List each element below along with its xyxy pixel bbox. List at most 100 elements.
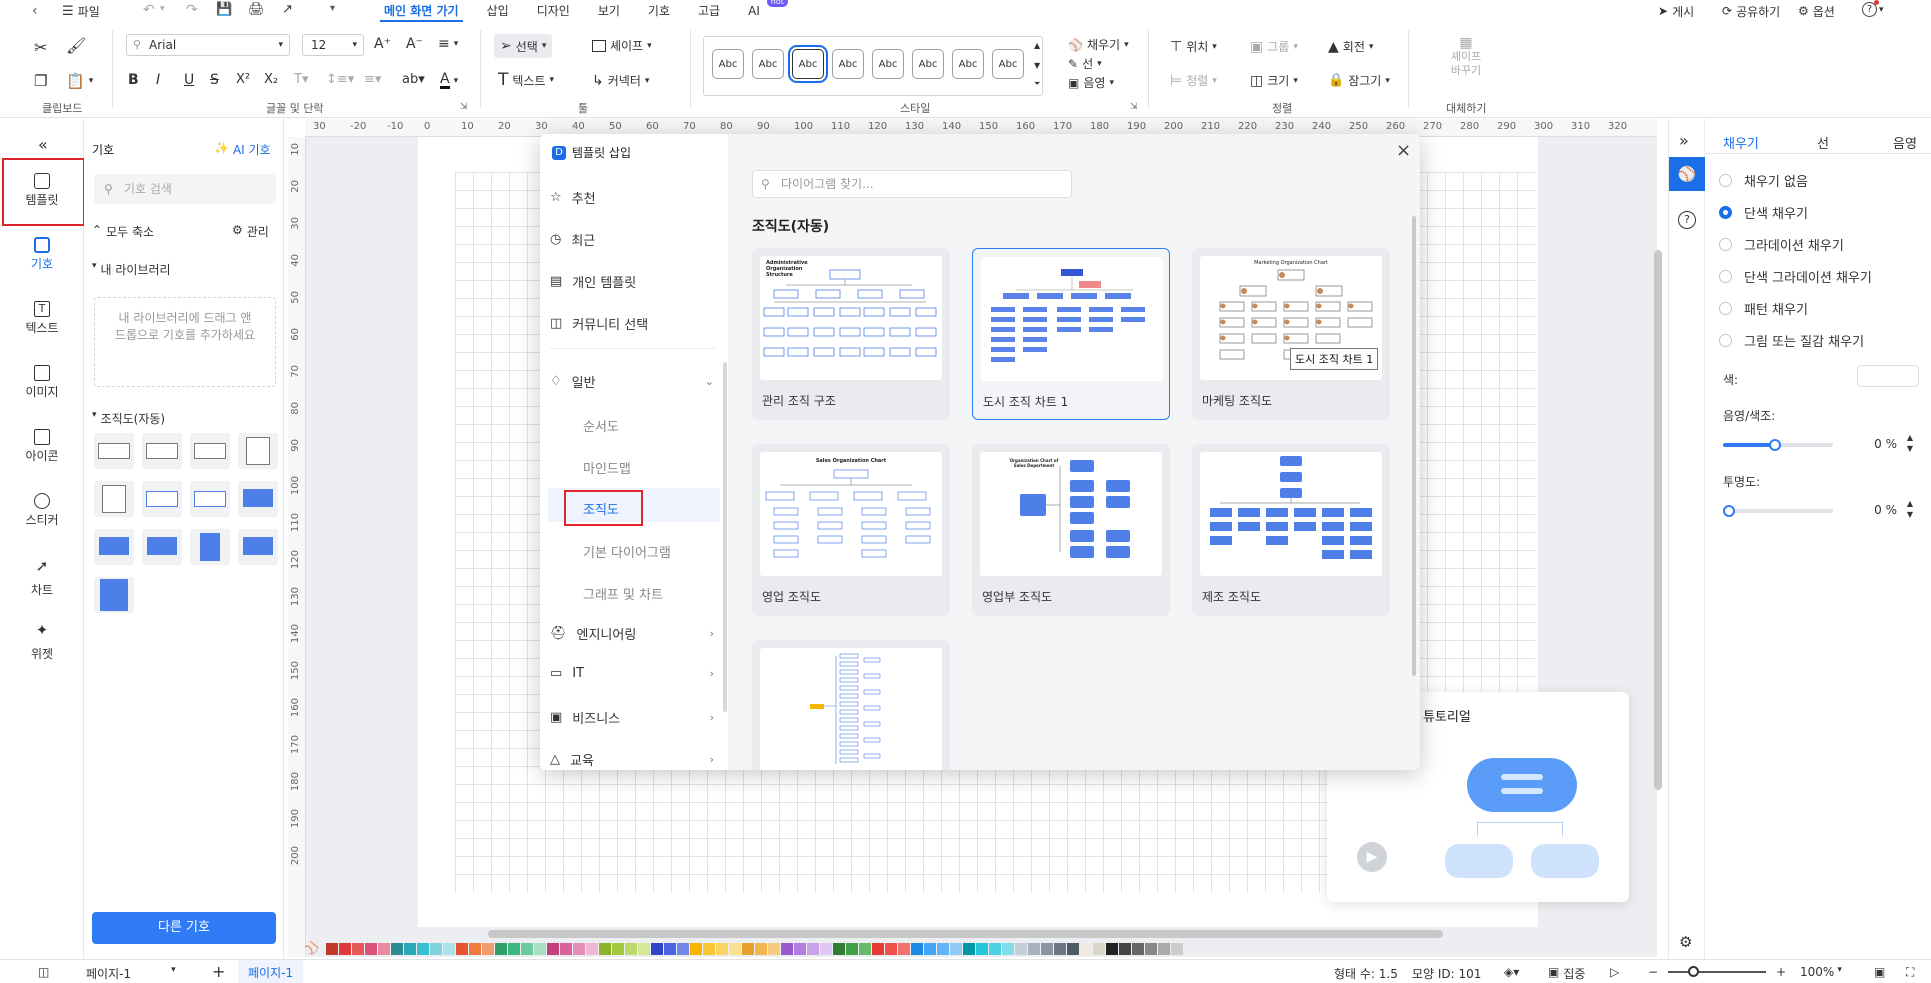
- nav-community[interactable]: ◫ 커뮤니티 선택: [550, 314, 720, 333]
- font-family-select[interactable]: ⚲ Arial ▾: [126, 34, 290, 56]
- fill-button[interactable]: ⚾ 채우기 ▾: [1068, 36, 1129, 53]
- zoom-level-select[interactable]: 100% ▾: [1800, 965, 1842, 979]
- tab-view[interactable]: 보기: [584, 0, 634, 22]
- template-card-manufacturing-org[interactable]: 제조 조직도: [1192, 444, 1390, 616]
- symbol-thumbnail[interactable]: [190, 529, 230, 565]
- color-swatch[interactable]: [1145, 943, 1157, 955]
- sidebar-item-text[interactable]: T 텍스트: [0, 301, 84, 336]
- symbol-thumbnail[interactable]: [142, 433, 182, 469]
- page-tab-active[interactable]: 페이지-1: [238, 960, 304, 983]
- subnav-mindmap[interactable]: 마인드맵: [583, 458, 631, 477]
- color-swatch[interactable]: [1171, 943, 1183, 955]
- color-swatch[interactable]: [1106, 943, 1118, 955]
- print-icon[interactable]: 🖨: [248, 2, 265, 17]
- color-swatch[interactable]: [872, 943, 884, 955]
- settings-icon[interactable]: ⚙: [1679, 933, 1692, 951]
- fill-option-solid[interactable]: 단색 채우기: [1719, 203, 1808, 222]
- style-preset[interactable]: Abc: [952, 49, 984, 79]
- color-swatch[interactable]: [794, 943, 806, 955]
- rotate-button[interactable]: ▲ 회전 ▾: [1328, 38, 1373, 55]
- transparency-slider-handle[interactable]: [1723, 505, 1735, 517]
- collapse-panel-icon[interactable]: «: [38, 135, 48, 154]
- color-swatch[interactable]: [963, 943, 975, 955]
- symbol-thumbnail[interactable]: [238, 433, 278, 469]
- paste-icon[interactable]: 📋 ▾: [66, 72, 93, 90]
- play-icon[interactable]: ▷: [1610, 965, 1619, 979]
- sidebar-item-images[interactable]: 이미지: [0, 365, 84, 400]
- color-swatch[interactable]: [1054, 943, 1066, 955]
- color-swatch[interactable]: [391, 943, 403, 955]
- connector-tool-button[interactable]: ↳ 커넥터 ▾: [592, 72, 649, 89]
- color-swatch[interactable]: [1028, 943, 1040, 955]
- color-swatch[interactable]: [508, 943, 520, 955]
- subscript-icon[interactable]: X₂: [264, 72, 278, 87]
- publish-button[interactable]: ➤ 게시: [1658, 0, 1694, 22]
- horizontal-scrollbar[interactable]: [488, 930, 1443, 938]
- sidebar-item-charts[interactable]: ➚ 차트: [0, 557, 84, 598]
- tab-ai[interactable]: AI hot: [734, 0, 788, 22]
- ai-symbols-button[interactable]: ✨ AI 기호: [214, 141, 271, 158]
- dialog-scrollbar[interactable]: [1412, 216, 1416, 676]
- subnav-basic-diagram[interactable]: 기본 다이어그램: [583, 542, 671, 561]
- color-swatch[interactable]: [430, 943, 442, 955]
- color-swatch[interactable]: [898, 943, 910, 955]
- color-swatch[interactable]: [742, 943, 754, 955]
- color-swatch[interactable]: [768, 943, 780, 955]
- color-swatch[interactable]: [326, 943, 338, 955]
- color-swatch[interactable]: [599, 943, 611, 955]
- group-button[interactable]: ▣ 그룹 ▾: [1250, 38, 1298, 55]
- vertical-scrollbar[interactable]: [1654, 250, 1662, 790]
- zoom-in-icon[interactable]: +: [1776, 965, 1786, 979]
- color-swatch[interactable]: [729, 943, 741, 955]
- help-button[interactable]: ? ▾: [1862, 0, 1884, 17]
- color-swatch[interactable]: [911, 943, 923, 955]
- replace-shape-button[interactable]: ▦ 셰이프 바꾸기: [1440, 36, 1492, 78]
- spinner-arrows-icon[interactable]: ▲ ▼: [1907, 498, 1913, 520]
- font-size-select[interactable]: 12 ▾: [302, 34, 364, 56]
- color-swatch[interactable]: [339, 943, 351, 955]
- color-swatch[interactable]: [404, 943, 416, 955]
- color-swatch[interactable]: [573, 943, 585, 955]
- color-swatch[interactable]: [989, 943, 1001, 955]
- expand-panel-icon[interactable]: »: [1679, 131, 1689, 150]
- undo-dropdown-icon[interactable]: ▾: [160, 4, 165, 14]
- symbol-thumbnail[interactable]: [94, 481, 134, 517]
- redo-icon[interactable]: ↷: [186, 2, 198, 18]
- back-icon[interactable]: ‹: [32, 3, 38, 19]
- color-swatch[interactable]: [625, 943, 637, 955]
- library-drop-zone[interactable]: 내 라이브러리에 드래그 앤 드롭으로 기호를 추가하세요: [94, 297, 276, 387]
- color-swatch[interactable]: [456, 943, 468, 955]
- focus-mode-button[interactable]: ▣ 집중: [1548, 965, 1585, 982]
- layers-icon[interactable]: ◈▾: [1504, 965, 1519, 979]
- color-swatch[interactable]: [950, 943, 962, 955]
- color-swatch[interactable]: [1093, 943, 1105, 955]
- template-card-sales-dept-org[interactable]: Organization Chart of Sales Department 영…: [972, 444, 1170, 616]
- gallery-scroll-down-icon[interactable]: ▼: [1034, 61, 1040, 70]
- fill-option-picture[interactable]: 그림 또는 질감 채우기: [1719, 331, 1864, 350]
- save-icon[interactable]: 💾: [216, 2, 232, 17]
- collapse-all-button[interactable]: ⌃ 모두 축소: [92, 223, 154, 240]
- group-expand-icon[interactable]: ⇲: [1130, 102, 1138, 112]
- template-card-admin-org[interactable]: Administrative Organization Structure 관리…: [752, 248, 950, 420]
- strikethrough-icon[interactable]: S: [210, 72, 219, 88]
- symbol-thumbnail[interactable]: [94, 433, 134, 469]
- tab-fill[interactable]: 채우기: [1723, 133, 1759, 152]
- nav-it[interactable]: ▭ IT ›: [550, 666, 720, 681]
- text-style-icon[interactable]: T▾: [294, 72, 308, 87]
- color-picker[interactable]: [1857, 365, 1919, 387]
- color-swatch[interactable]: [482, 943, 494, 955]
- panel-toggle-icon[interactable]: ◫: [38, 965, 49, 979]
- template-card-marketing-org[interactable]: Marketing Organization Chart 마케팅 조직도: [1192, 248, 1390, 420]
- nav-engineering[interactable]: ⛑ 엔지니어링 ›: [550, 624, 720, 643]
- font-color-icon[interactable]: A ▾: [440, 72, 458, 89]
- fill-option-gradient[interactable]: 그라데이션 채우기: [1719, 235, 1844, 254]
- color-swatch[interactable]: [547, 943, 559, 955]
- color-swatch[interactable]: [1132, 943, 1144, 955]
- tab-home[interactable]: 메인 화면 가기: [370, 0, 473, 22]
- spinner-arrows-icon[interactable]: ▲ ▼: [1907, 432, 1913, 454]
- increase-font-icon[interactable]: A⁺: [374, 36, 391, 52]
- color-swatch[interactable]: [1002, 943, 1014, 955]
- template-card-city-org[interactable]: 도시 조직 차트 1: [972, 248, 1170, 420]
- color-swatch[interactable]: [924, 943, 936, 955]
- color-swatch[interactable]: [885, 943, 897, 955]
